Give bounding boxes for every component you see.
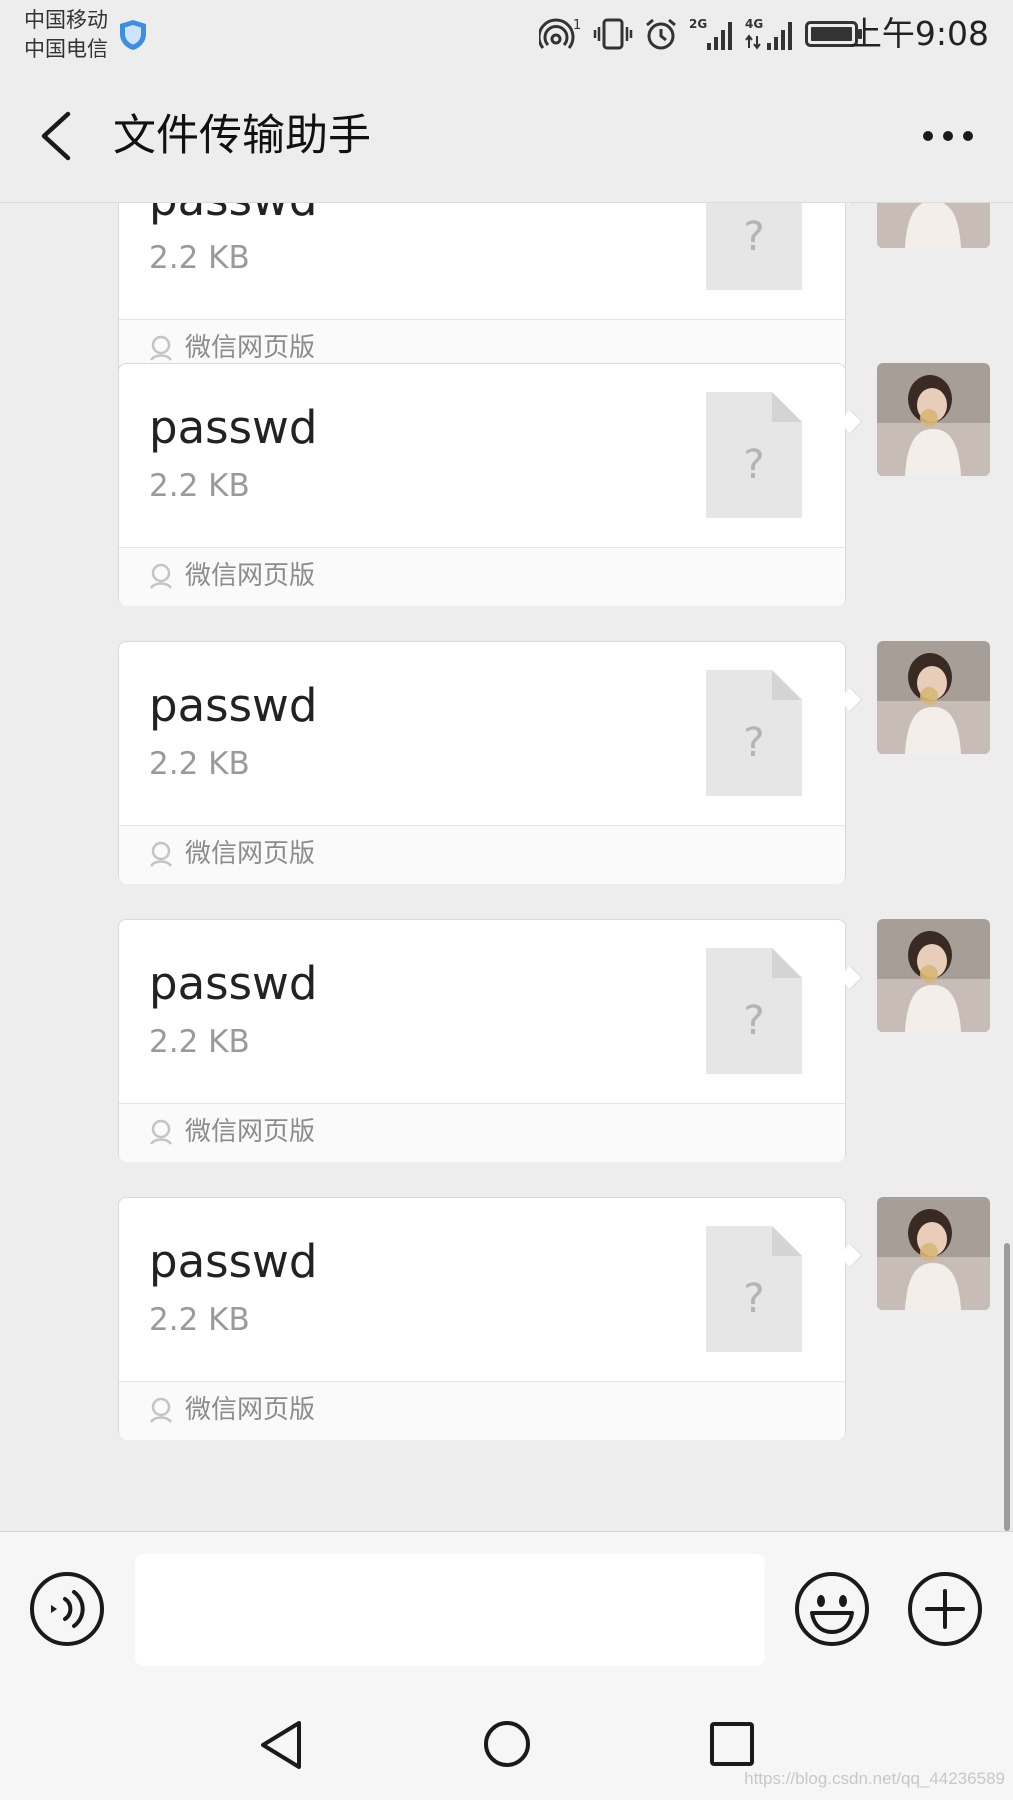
- file-size: 2.2 KB: [149, 1302, 250, 1338]
- source-label: 微信网页版: [185, 1395, 316, 1425]
- wechat-web-icon: [149, 841, 173, 867]
- emoji-icon: [795, 1572, 869, 1646]
- unknown-file-icon: ?: [706, 670, 802, 796]
- file-name: passwd: [149, 679, 318, 732]
- wechat-web-icon: [149, 1119, 173, 1145]
- unknown-file-icon: ?: [706, 392, 802, 518]
- wechat-web-icon: [149, 563, 173, 589]
- scrollbar[interactable]: [1004, 1243, 1010, 1531]
- file-size: 2.2 KB: [149, 746, 250, 782]
- svg-text:?: ?: [743, 1276, 764, 1322]
- file-size: 2.2 KB: [149, 240, 250, 276]
- circle-home-icon: [484, 1721, 530, 1767]
- unknown-file-icon: ?: [706, 203, 802, 290]
- voice-icon: [30, 1572, 104, 1646]
- carrier-1: 中国移动: [24, 8, 108, 32]
- message-item: passwd 2.2 KB ? 微信网页版: [0, 1197, 1013, 1441]
- plus-button[interactable]: [907, 1571, 983, 1647]
- vibrate-icon: [593, 18, 633, 50]
- square-recent-icon: [710, 1722, 754, 1766]
- signal-2g-label: 2G: [689, 17, 707, 31]
- system-nav-bar: https://blog.csdn.net/qq_44236589: [0, 1689, 1013, 1800]
- wechat-web-icon: [149, 1397, 173, 1423]
- nav-home-button[interactable]: [482, 1719, 532, 1769]
- nav-recent-button[interactable]: [709, 1721, 755, 1767]
- signal-4g-label: 4G: [745, 17, 763, 31]
- watermark: https://blog.csdn.net/qq_44236589: [744, 1769, 1005, 1788]
- more-button[interactable]: [913, 116, 983, 156]
- file-card[interactable]: passwd 2.2 KB ? 微信网页版: [118, 203, 846, 378]
- card-footer: 微信网页版: [119, 1381, 845, 1440]
- user-avatar[interactable]: [877, 363, 990, 476]
- file-card[interactable]: passwd 2.2 KB ? 微信网页版: [118, 1197, 846, 1440]
- svg-text:?: ?: [743, 720, 764, 766]
- file-card[interactable]: passwd 2.2 KB ? 微信网页版: [118, 363, 846, 606]
- file-card[interactable]: passwd 2.2 KB ? 微信网页版: [118, 641, 846, 884]
- status-icons: 1 2G 4G: [539, 14, 863, 54]
- status-bar: 中国移动 中国电信 1 2G 4G 上午9:08: [0, 0, 1013, 70]
- user-avatar[interactable]: [877, 641, 990, 754]
- file-name: passwd: [149, 401, 318, 454]
- message-input[interactable]: [135, 1554, 765, 1666]
- hotspot-icon: 1: [539, 18, 581, 49]
- page-title: 文件传输助手: [113, 111, 371, 161]
- wechat-web-icon: [149, 335, 173, 361]
- user-avatar[interactable]: [877, 919, 990, 1032]
- message-item: passwd 2.2 KB ? 微信网页版: [0, 641, 1013, 885]
- back-button[interactable]: [30, 106, 86, 166]
- unknown-file-icon: ?: [706, 948, 802, 1074]
- carrier-2: 中国电信: [24, 37, 108, 61]
- user-avatar[interactable]: [877, 203, 990, 248]
- security-shield-icon: [120, 20, 146, 50]
- input-bar: [0, 1531, 1013, 1690]
- svg-text:?: ?: [743, 998, 764, 1044]
- more-dots-icon: [923, 131, 973, 141]
- source-label: 微信网页版: [185, 839, 316, 869]
- file-name: passwd: [149, 957, 318, 1010]
- card-footer: 微信网页版: [119, 547, 845, 606]
- svg-text:?: ?: [743, 214, 764, 260]
- user-avatar[interactable]: [877, 1197, 990, 1310]
- emoji-button[interactable]: [794, 1571, 870, 1647]
- nav-back-button[interactable]: [258, 1719, 304, 1771]
- card-footer: 微信网页版: [119, 825, 845, 884]
- triangle-back-icon: [261, 1721, 301, 1769]
- file-size: 2.2 KB: [149, 1024, 250, 1060]
- message-item: passwd 2.2 KB ? 微信网页版: [0, 363, 1013, 607]
- source-label: 微信网页版: [185, 1117, 316, 1147]
- source-label: 微信网页版: [185, 561, 316, 591]
- status-time: 上午9:08: [848, 14, 989, 53]
- plus-icon: [908, 1572, 982, 1646]
- unknown-file-icon: ?: [706, 1226, 802, 1352]
- message-item: passwd 2.2 KB ? 微信网页版: [0, 919, 1013, 1163]
- file-card[interactable]: passwd 2.2 KB ? 微信网页版: [118, 919, 846, 1162]
- voice-button[interactable]: [29, 1571, 105, 1647]
- signal-2g-icon: 2G: [689, 17, 732, 50]
- message-item: passwd 2.2 KB ? 微信网页版: [0, 203, 1013, 379]
- chat-header: 文件传输助手: [0, 70, 1013, 203]
- file-size: 2.2 KB: [149, 468, 250, 504]
- alarm-icon: [646, 18, 676, 50]
- signal-4g-icon: 4G: [745, 17, 792, 50]
- file-name: passwd: [149, 203, 317, 228]
- source-label: 微信网页版: [185, 333, 316, 363]
- chat-message-list[interactable]: passwd 2.2 KB ? 微信网页版: [0, 203, 1013, 1531]
- chevron-left-icon: [41, 111, 71, 161]
- hotspot-badge: 1: [573, 18, 581, 33]
- carrier-labels: 中国移动 中国电信: [24, 6, 108, 64]
- card-footer: 微信网页版: [119, 1103, 845, 1162]
- file-name: passwd: [149, 1235, 318, 1288]
- svg-text:?: ?: [743, 442, 764, 488]
